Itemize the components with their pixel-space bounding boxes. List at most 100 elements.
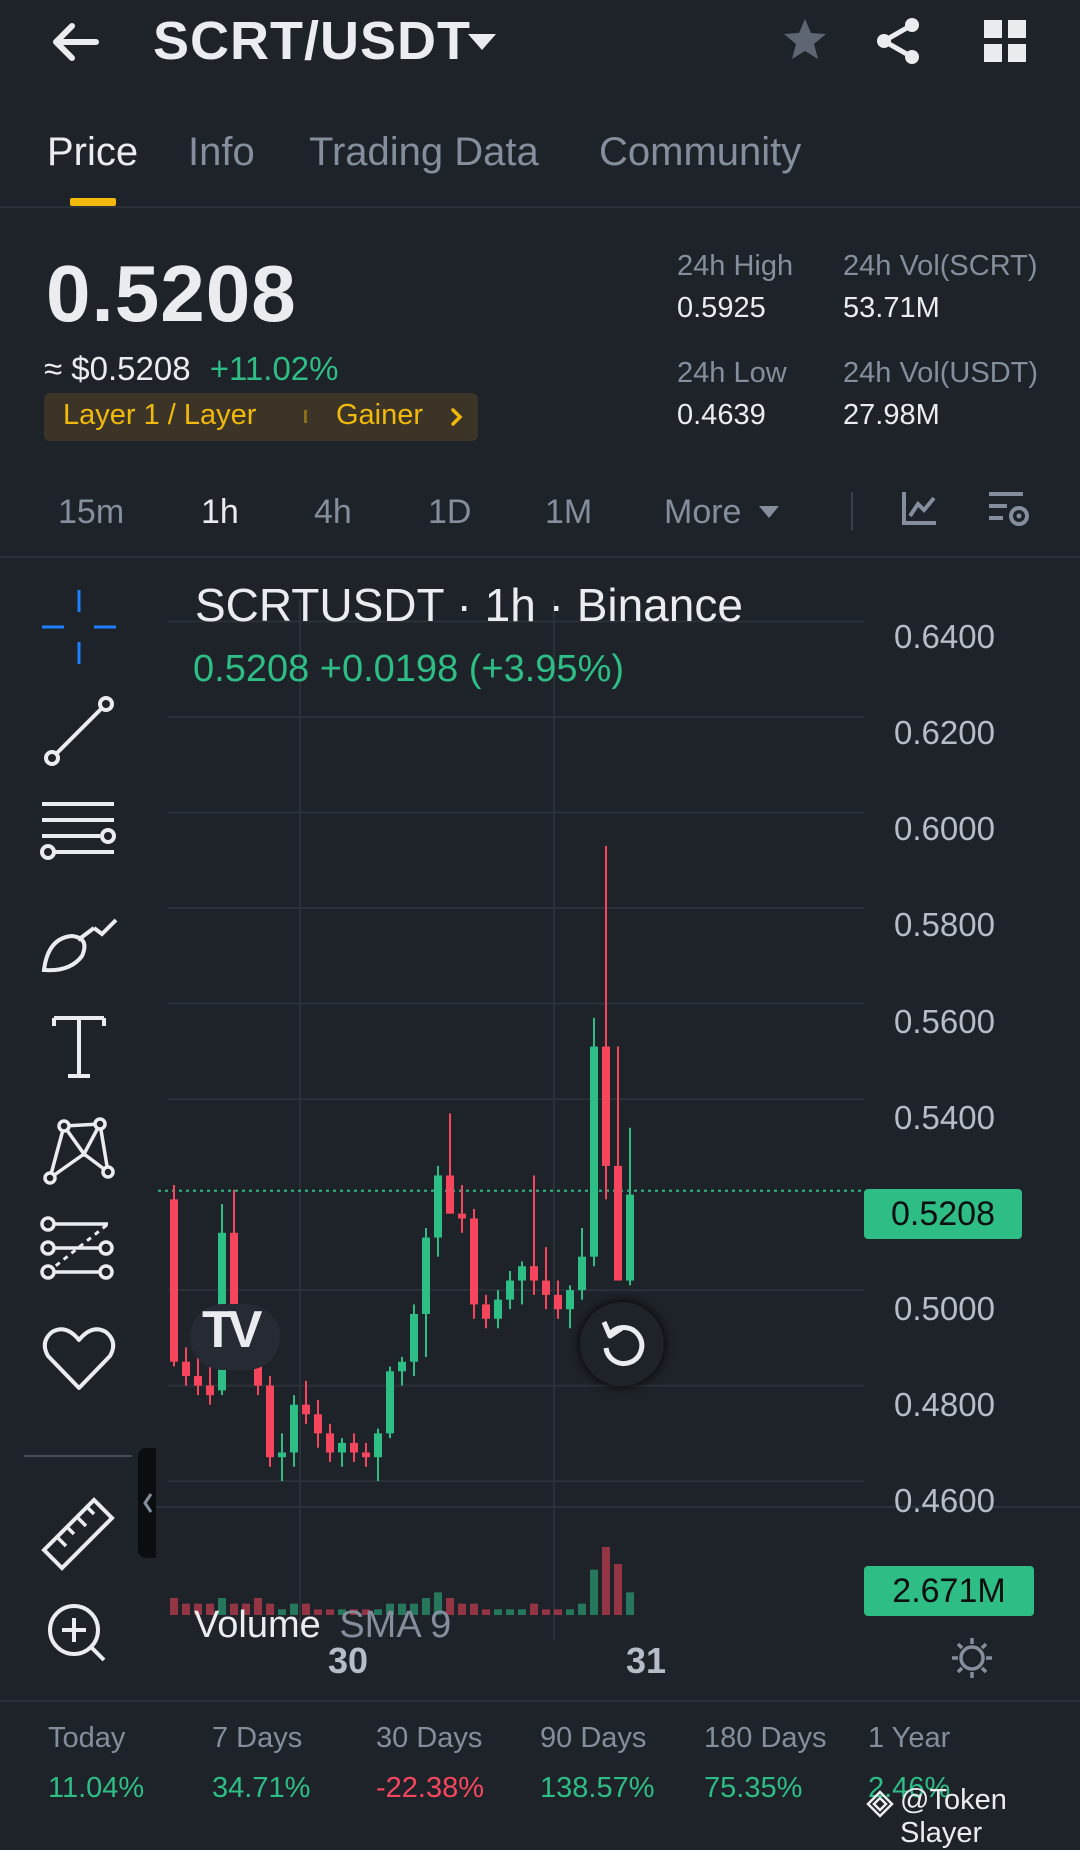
chart-settings-gear-icon[interactable] [948,1634,996,1682]
candle-body [590,1046,598,1257]
y-tick-label: 0.6200 [894,714,995,751]
y-tick-label: 0.5600 [894,1003,995,1040]
tradingview-logo-text: TV [202,1301,263,1359]
volume-bar [626,1592,634,1615]
tab-info[interactable]: Info [188,130,255,175]
volume-bar [482,1609,490,1615]
chart-ohlc-summary: 0.5208 +0.0198 (+3.95%) [193,648,625,690]
current-price-badge: 0.5208 [864,1189,1022,1239]
indicator-chart-icon[interactable] [900,488,940,528]
perf-label-90d: 90 Days [540,1722,647,1754]
chevron-right-icon[interactable] [446,404,468,430]
back-arrow-icon[interactable] [48,16,102,70]
interval-1d[interactable]: 1D [428,493,471,532]
candle-body [326,1433,334,1453]
vol-quote-label: 24h Vol(USDT) [843,357,1039,389]
candle-body [422,1237,430,1314]
pair-dropdown-caret-icon[interactable] [468,34,496,50]
candle-body [302,1404,310,1415]
tradingview-logo: TV [190,1301,280,1370]
pattern-tool-icon[interactable] [38,1108,120,1190]
vol-quote-value: 27.98M [843,399,940,431]
candle-body [530,1266,538,1281]
horizontal-lines-icon[interactable] [38,794,120,876]
usd-price: ≈ $0.5208 +11.02% [44,350,339,388]
candle-body [518,1266,526,1281]
drawing-toolbar [0,560,158,1700]
volume-bar [506,1609,514,1615]
candle-body [494,1299,502,1319]
tag-separator [304,410,307,423]
candle-body [182,1361,190,1377]
watermark-text: @Token Slayer [900,1784,1007,1849]
more-caret-icon[interactable] [759,506,779,518]
last-price: 0.5208 [46,249,297,338]
tab-price[interactable]: Price [47,130,138,175]
ruler-icon[interactable] [38,1490,120,1572]
share-icon[interactable] [872,14,926,68]
candle-body [194,1376,202,1386]
interval-1h[interactable]: 1h [201,493,239,532]
tag-category-label[interactable]: Layer 1 / Layer [63,399,256,432]
y-tick-label: 0.4600 [894,1482,995,1519]
volume-bar [470,1603,478,1615]
interval-15m[interactable]: 15m [58,493,124,532]
volume-indicator-label: SMA 9 [339,1604,452,1646]
favorites-heart-icon[interactable] [38,1316,120,1398]
toolbar-divider [24,1455,132,1457]
chart-symbol-title: SCRTUSDT · 1h · Binance [195,579,743,631]
chart-settings-icon[interactable] [987,488,1033,532]
interval-more[interactable]: More [664,493,741,532]
interval-4h[interactable]: 4h [314,493,352,532]
star-icon[interactable] [778,14,832,68]
volume-bar [458,1603,466,1615]
perf-value-30d: -22.38% [376,1772,485,1804]
candle-body [482,1304,490,1319]
low-24h-value: 0.4639 [677,399,766,431]
perf-label-today: Today [48,1722,126,1754]
text-tool-icon[interactable] [38,1004,120,1086]
tag-gainer-label[interactable]: Gainer [336,399,423,432]
y-tick-label: 0.6000 [894,810,995,847]
candle-body [434,1175,442,1238]
candle-body [170,1199,178,1362]
candle-body [362,1452,370,1458]
candle-body [290,1404,298,1453]
brush-icon[interactable] [38,898,120,980]
active-tab-indicator [70,198,116,206]
tab-trading-data[interactable]: Trading Data [309,130,539,175]
crosshair-icon[interactable] [38,586,120,668]
y-tick-label: 0.6400 [894,618,995,655]
volume-bar [170,1598,178,1615]
y-tick-label: 0.5000 [894,1290,995,1327]
y-tick-label: 0.4800 [894,1386,995,1423]
grid-menu-icon[interactable] [980,16,1030,66]
perf-label-30d: 30 Days [376,1722,483,1754]
candle-body [614,1165,622,1281]
zoom-in-icon[interactable] [38,1594,120,1676]
pair-title[interactable]: SCRT/USDT [153,10,471,72]
price-chart[interactable]: 0.6400 0.6200 0.6000 0.5800 0.5600 0.540… [156,560,1080,1700]
volume-bar [494,1609,502,1615]
candle-body [398,1361,406,1372]
volume-badge: 2.671M [864,1566,1034,1616]
tab-community[interactable]: Community [599,130,801,175]
candle-body [266,1385,274,1458]
high-24h-label: 24h High [677,250,794,282]
candle-body [338,1442,346,1453]
candle-body [386,1371,394,1434]
perf-label-180d: 180 Days [704,1722,827,1754]
y-tick-label: 0.5800 [894,906,995,943]
vol-base-label: 24h Vol(SCRT) [843,250,1038,282]
trend-line-icon[interactable] [38,690,120,772]
perf-value-today: 11.04% [48,1772,145,1804]
perf-value-90d: 138.57% [540,1772,655,1804]
candle-body [278,1452,286,1458]
toolbar-collapse-handle[interactable] [138,1448,158,1558]
interval-1m[interactable]: 1M [545,493,592,532]
volume-legend: Volume SMA 9 [194,1604,451,1647]
fib-tool-icon[interactable] [38,1212,120,1294]
volume-bar [590,1569,598,1615]
reset-chart-icon[interactable] [580,1302,664,1386]
volume-label: Volume [194,1604,321,1646]
